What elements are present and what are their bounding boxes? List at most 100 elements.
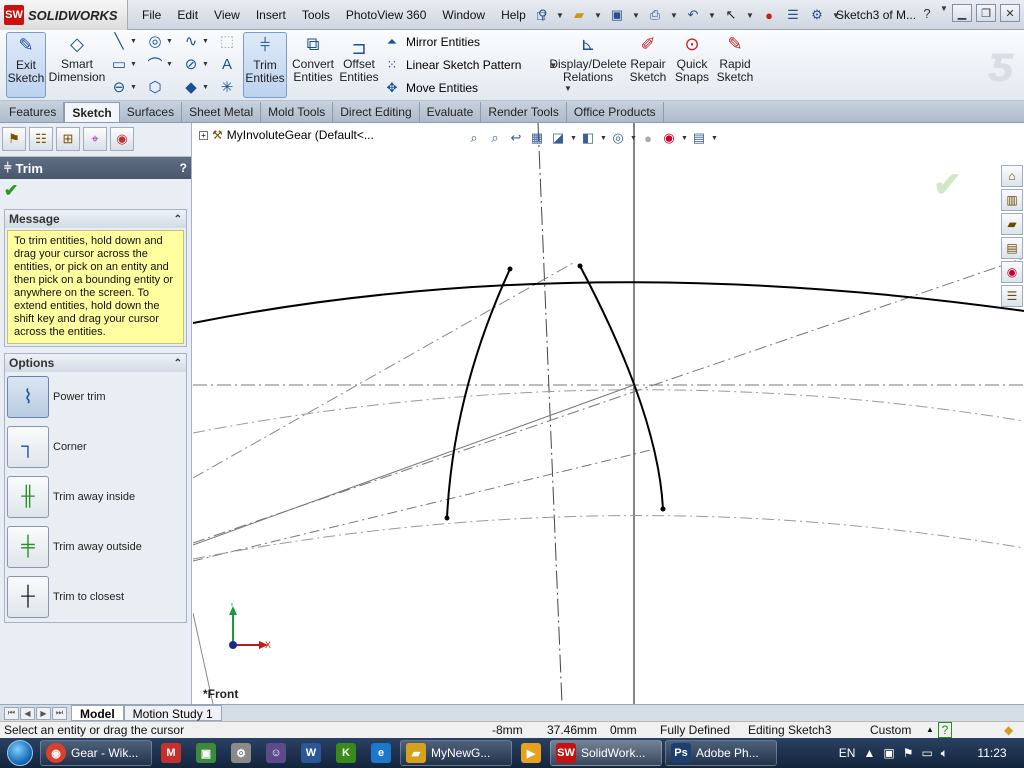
select-arrow-icon[interactable]: ↖ [722, 6, 740, 24]
options-group-header[interactable]: Options ⌃ [5, 354, 186, 372]
display-delete-relations-button[interactable]: ⊾ Display/Delete Relations [549, 32, 626, 98]
chevron-down-icon[interactable]: ▼ [130, 61, 137, 68]
option-corner[interactable]: ┐ Corner [5, 422, 186, 472]
sketch-endpoint[interactable] [577, 263, 583, 269]
dimxpert-icon[interactable]: ⌖ [83, 127, 107, 151]
arc-icon[interactable]: ⌒ [146, 55, 164, 74]
taskbar-item-mail[interactable]: M [155, 740, 187, 766]
move-entities-button[interactable]: ✥ Move Entities ▼ [384, 78, 572, 98]
sketch-canvas[interactable] [193, 123, 1024, 704]
hide-show-items-icon[interactable]: ◎ [609, 129, 627, 147]
tooth-centerline[interactable] [537, 123, 563, 704]
tag-icon[interactable]: ◆ [1004, 722, 1013, 738]
tab-office-products[interactable]: Office Products [567, 102, 664, 122]
tab-model[interactable]: Model [71, 705, 124, 721]
chevron-down-icon[interactable]: ▼ [711, 135, 718, 142]
chevron-down-icon[interactable]: ▼ [130, 84, 137, 91]
option-trim-away-inside[interactable]: ╫ Trim away inside [5, 472, 186, 522]
help-question-icon[interactable]: ? [918, 4, 936, 22]
point-icon[interactable]: ✳ [218, 78, 236, 96]
appearances-icon[interactable]: ◉ [1001, 261, 1023, 283]
offset-entities-button[interactable]: ⊐ Offset Entities [339, 39, 378, 106]
show-hidden-icons-icon[interactable]: ▲ [863, 746, 875, 760]
polygon-icon[interactable]: ⬡ [146, 78, 164, 96]
spline-icon[interactable]: ∿ [182, 32, 200, 50]
rectangle-icon[interactable]: ▭ [110, 55, 128, 73]
taskbar-item-app[interactable]: K [330, 740, 362, 766]
construction-line[interactable] [193, 384, 635, 546]
taskbar-item-word[interactable]: W [295, 740, 327, 766]
tab-motion-study[interactable]: Motion Study 1 [123, 705, 222, 721]
tray-app-icon[interactable]: ▣ [883, 746, 894, 760]
linear-sketch-pattern-button[interactable]: ⁙ Linear Sketch Pattern ▼ [384, 55, 558, 75]
chevron-down-icon[interactable]: ▼ [202, 84, 209, 91]
zoom-to-area-icon[interactable]: ⌕ [486, 129, 504, 147]
chevron-down-icon[interactable]: ▼ [202, 38, 209, 45]
line-icon[interactable]: ╲ [110, 32, 128, 50]
pitch-circle[interactable] [193, 389, 1024, 434]
chevron-down-icon[interactable]: ▼ [630, 135, 637, 142]
right-involute-flank[interactable] [579, 265, 664, 510]
sketch-endpoint[interactable] [660, 506, 666, 512]
menu-tools[interactable]: Tools [294, 0, 338, 30]
tab-surfaces[interactable]: Surfaces [120, 102, 183, 122]
next-tab-icon[interactable]: ▶ [36, 706, 51, 720]
menu-photoview[interactable]: PhotoView 360 [338, 0, 435, 30]
chevron-down-icon[interactable]: ▼ [681, 135, 688, 142]
display-manager-icon[interactable]: ◉ [110, 127, 134, 151]
design-library-icon[interactable]: ▥ [1001, 189, 1023, 211]
status-help-icon[interactable]: ? [938, 722, 952, 738]
base-circle[interactable] [193, 515, 1024, 560]
minimize-button[interactable]: ▁ [952, 4, 972, 22]
option-trim-to-closest[interactable]: ┼ Trim to closest [5, 572, 186, 622]
collapse-icon[interactable]: ⌃ [174, 358, 182, 369]
rebuild-traffic-light-icon[interactable]: ● [760, 6, 778, 24]
clock[interactable]: 11:23 [968, 746, 1016, 760]
taskbar-item-folder[interactable]: ▰ MyNewG... [400, 740, 512, 766]
chevron-down-icon[interactable]: ▼ [600, 135, 607, 142]
taskbar-item-media[interactable]: ▶ [515, 740, 547, 766]
view-orientation-icon[interactable]: ◪ [549, 129, 567, 147]
trim-entities-button[interactable]: ⫩ Trim Entities [243, 32, 287, 98]
confirmation-corner-check-icon[interactable]: ✔ [933, 165, 962, 205]
chevron-down-icon[interactable]: ▼ [556, 11, 564, 20]
chevron-down-icon[interactable]: ▼ [570, 135, 577, 142]
tab-evaluate[interactable]: Evaluate [420, 102, 482, 122]
taskbar-item-solidworks[interactable]: SW SolidWork... [550, 740, 662, 766]
tab-sheet-metal[interactable]: Sheet Metal [182, 102, 262, 122]
tab-mold-tools[interactable]: Mold Tools [261, 102, 334, 122]
configuration-manager-icon[interactable]: ⊞ [56, 127, 80, 151]
menu-file[interactable]: File [134, 0, 169, 30]
volume-icon[interactable]: 🔈︎ [941, 746, 948, 761]
chevron-down-icon[interactable]: ▼ [746, 11, 754, 20]
language-indicator[interactable]: EN [839, 746, 856, 760]
chevron-down-icon[interactable]: ▼ [632, 11, 640, 20]
sketch-endpoint[interactable] [507, 266, 513, 272]
chevron-down-icon[interactable]: ▼ [202, 61, 209, 68]
exit-sketch-button[interactable]: ✎ Exit Sketch [6, 32, 46, 98]
apply-scene-icon[interactable]: ◉ [660, 129, 678, 147]
chevron-down-icon[interactable]: ▼ [130, 38, 137, 45]
restore-button[interactable]: ❐ [976, 4, 996, 22]
first-tab-icon[interactable]: ⏮ [4, 706, 19, 720]
tab-render-tools[interactable]: Render Tools [481, 102, 567, 122]
taskbar-item-photoshop[interactable]: Ps Adobe Ph... [665, 740, 777, 766]
start-button[interactable] [0, 738, 40, 768]
options-gear-icon[interactable]: ⚙ [808, 6, 826, 24]
tab-features[interactable]: Features [2, 102, 65, 122]
menu-help[interactable]: Help [493, 0, 534, 30]
text-icon[interactable]: A [218, 55, 236, 73]
ok-button[interactable]: ✔ [0, 179, 191, 203]
message-group-header[interactable]: Message ⌃ [5, 210, 186, 228]
previous-view-icon[interactable]: ↩ [507, 129, 525, 147]
display-style-icon[interactable]: ◧ [579, 129, 597, 147]
option-power-trim[interactable]: ⌇ Power trim [5, 372, 186, 422]
feature-tree-root[interactable]: + ⚒ MyInvoluteGear (Default<... [199, 128, 374, 142]
close-button[interactable]: ✕ [1000, 4, 1020, 22]
graphics-area[interactable]: + ⚒ MyInvoluteGear (Default<... ⌕ ⌕ ↩ ▦ … [193, 123, 1024, 704]
help-button[interactable]: ? [180, 161, 187, 175]
menu-edit[interactable]: Edit [169, 0, 206, 30]
home-icon[interactable]: ⌂ [1001, 165, 1023, 187]
action-center-flag-icon[interactable]: ⚑ [903, 746, 914, 760]
sketch-endpoint[interactable] [444, 515, 450, 521]
